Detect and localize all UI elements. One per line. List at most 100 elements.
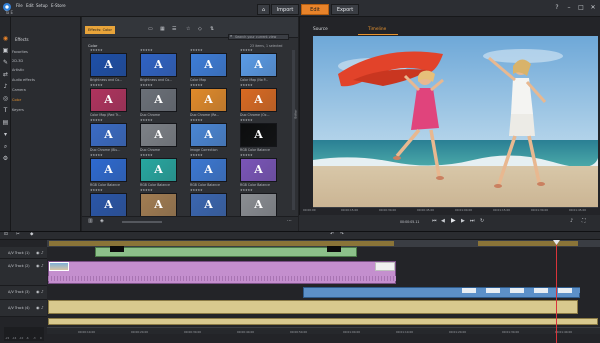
home-button[interactable]: ⌂ — [257, 4, 270, 15]
clip-tan-2[interactable] — [48, 318, 598, 325]
skip-end-icon[interactable]: ⏭ — [470, 219, 475, 224]
snap-icon[interactable]: ⊡ — [4, 232, 8, 238]
category-keyers[interactable]: Keyers — [12, 108, 24, 112]
library-scrollbar[interactable] — [292, 50, 295, 210]
redo-icon[interactable]: ↷ — [340, 232, 344, 238]
effect-thumbnail[interactable]: A — [90, 123, 127, 147]
search-rail-icon[interactable]: ⌕ — [1, 142, 10, 151]
fullscreen-icon[interactable]: ⛶ — [582, 219, 586, 224]
volume-icon[interactable]: ♪ — [570, 219, 573, 224]
minimize-button[interactable]: – — [564, 3, 574, 12]
razor-icon[interactable]: ✂ — [16, 232, 20, 238]
category-audio-effects[interactable]: Audio effects — [12, 78, 35, 82]
tab-timeline[interactable]: Timeline — [368, 27, 386, 32]
tab-source[interactable]: Source — [313, 27, 328, 32]
category-favorites[interactable]: Favorites — [12, 50, 28, 54]
loop-icon[interactable]: ↻ — [480, 219, 484, 224]
list-view-icon[interactable]: ☰ — [172, 27, 176, 32]
effects-rail-icon[interactable]: ◉ — [1, 34, 10, 43]
effect-thumbnail[interactable]: A — [140, 88, 177, 112]
track-name-4[interactable]: A/V Track (4) — [8, 306, 30, 310]
camera-rail-icon[interactable]: ◎ — [1, 94, 10, 103]
play-icon[interactable]: ▶ — [451, 218, 456, 224]
trash-icon[interactable]: ▥ — [88, 219, 93, 224]
chapter-bar-2[interactable] — [478, 241, 578, 246]
clip-thumb-start[interactable] — [49, 262, 69, 271]
category-2d-3d[interactable]: 2D-3D — [12, 59, 23, 63]
effect-thumbnail[interactable]: A — [240, 123, 277, 147]
effect-thumbnail[interactable]: A — [240, 53, 277, 77]
menu-setup[interactable]: Setup — [36, 3, 48, 8]
speaker-icon[interactable]: ♪ — [41, 306, 44, 310]
search-input[interactable]: Search your current view — [228, 34, 289, 40]
effect-thumbnail[interactable]: A — [140, 193, 177, 217]
clip-thumb-end[interactable] — [375, 262, 395, 271]
close-button[interactable]: ✕ — [588, 3, 598, 12]
speaker-icon[interactable]: ♪ — [41, 264, 44, 268]
media-rail-icon[interactable]: ▣ — [1, 46, 10, 55]
undo-icon[interactable]: ↶ — [330, 232, 334, 238]
eye-icon[interactable]: ◉ — [36, 264, 40, 268]
step-forward-icon[interactable]: ▶ — [461, 219, 465, 224]
menu-file[interactable]: File — [16, 3, 23, 8]
clip-black-1[interactable] — [110, 246, 124, 252]
menu-estore[interactable]: E-Store — [51, 3, 66, 8]
effect-thumbnail[interactable]: A — [140, 158, 177, 182]
filter-rail-icon[interactable]: ▾ — [1, 130, 10, 139]
tag-filter-icon[interactable]: ◈ — [100, 219, 104, 224]
effect-thumbnail[interactable]: A — [90, 88, 127, 112]
speaker-icon[interactable]: ♪ — [41, 251, 44, 255]
menu-edit[interactable]: Edit — [26, 3, 34, 8]
effect-thumbnail[interactable]: A — [240, 158, 277, 182]
effect-thumbnail[interactable]: A — [190, 123, 227, 147]
step-back-icon[interactable]: ◀ — [441, 219, 445, 224]
edit-rail-icon[interactable]: ✎ — [1, 58, 10, 67]
track-name-3[interactable]: A/V Track (3) — [8, 290, 30, 294]
effect-thumbnail[interactable]: A — [190, 193, 227, 217]
star-filter-icon[interactable]: ☆ — [186, 27, 190, 32]
speaker-icon[interactable]: ♪ — [41, 290, 44, 294]
category-camera[interactable]: Camera — [12, 88, 26, 92]
track-name-2[interactable]: A/V Track (2) — [8, 264, 30, 268]
library-tab-effects[interactable]: Effects: Color — [85, 26, 115, 34]
effect-thumbnail[interactable]: A — [190, 158, 227, 182]
skip-start-icon[interactable]: ⏮ — [432, 219, 437, 224]
clip-black-2[interactable] — [327, 246, 341, 252]
clip-tan-1[interactable] — [48, 300, 578, 314]
effect-thumbnail[interactable]: A — [90, 158, 127, 182]
eye-icon[interactable]: ◉ — [36, 290, 40, 294]
effect-thumbnail[interactable]: A — [240, 193, 277, 217]
track-name-1[interactable]: A/V Track (1) — [8, 251, 30, 255]
transitions-rail-icon[interactable]: ⇄ — [1, 70, 10, 79]
effect-thumbnail[interactable]: A — [90, 53, 127, 77]
import-button[interactable]: Import — [271, 4, 299, 15]
clip-green[interactable] — [95, 247, 357, 257]
maximize-button[interactable]: □ — [576, 3, 586, 12]
effect-thumbnail[interactable]: A — [190, 88, 227, 112]
folder-icon[interactable]: ▭ — [148, 27, 153, 32]
music-rail-icon[interactable]: ♪ — [1, 82, 10, 91]
chapter-bar[interactable] — [49, 241, 394, 246]
effect-thumbnail[interactable]: A — [140, 123, 177, 147]
effect-thumbnail[interactable]: A — [240, 88, 277, 112]
edit-button[interactable]: Edit — [301, 4, 329, 15]
effect-thumbnail[interactable]: A — [90, 193, 127, 217]
editor-side-tab[interactable]: Editor — [293, 110, 297, 119]
help-button[interactable]: ? — [552, 3, 562, 12]
playhead[interactable] — [556, 240, 557, 343]
settings-rail-icon[interactable]: ⚙ — [1, 154, 10, 163]
marker-icon[interactable]: ◆ — [30, 232, 33, 238]
zoom-slider[interactable] — [122, 221, 162, 223]
player-timecode[interactable]: 00:00:05.11 — [400, 220, 419, 224]
options-icon[interactable]: ⋯ — [287, 219, 292, 224]
category-artistic[interactable]: Artistic — [12, 68, 24, 72]
title-rail-icon[interactable]: T — [1, 106, 10, 115]
effect-thumbnail[interactable]: A — [140, 53, 177, 77]
category-color[interactable]: Color — [12, 98, 21, 102]
montage-rail-icon[interactable]: ▤ — [1, 118, 10, 127]
export-button[interactable]: Export — [331, 4, 359, 15]
sort-icon[interactable]: ⇅ — [210, 27, 214, 32]
effect-thumbnail[interactable]: A — [190, 53, 227, 77]
eye-icon[interactable]: ◉ — [36, 251, 40, 255]
tag-icon[interactable]: ◇ — [198, 27, 202, 32]
